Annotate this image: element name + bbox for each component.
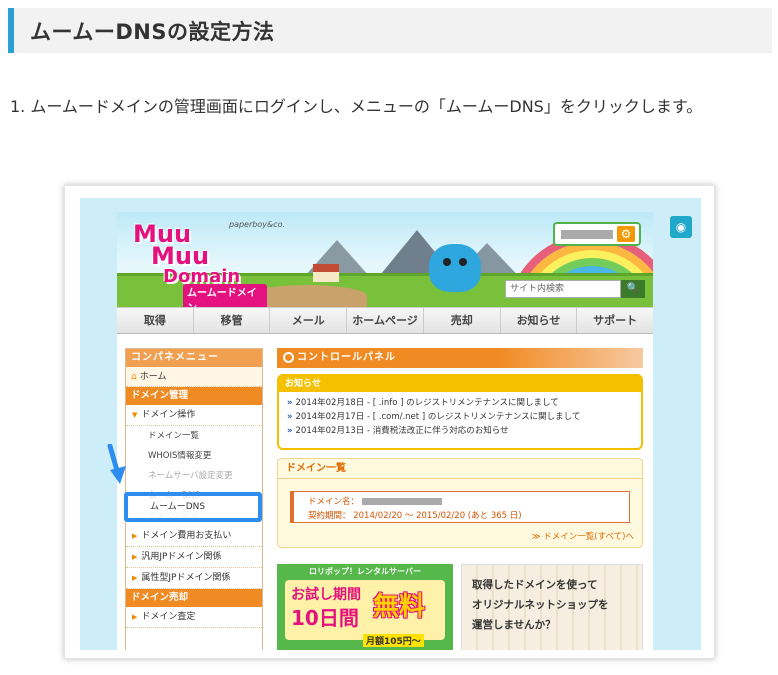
nav-item-acquire[interactable]: 取得 (117, 308, 194, 333)
site-search: サイト内検索 🔍 (505, 280, 645, 298)
login-box[interactable]: ⚙ (553, 222, 641, 246)
heading-text: ムームーDNSの設定方法 (30, 19, 275, 44)
domain-list-box: ドメイン一覧 ドメイン名： 契約期間： 2014/02/20 ～ 2015/02… (277, 458, 643, 548)
domain-list-title: ドメイン一覧 (278, 459, 642, 479)
redacted-domain (361, 498, 442, 505)
paperboy-logo: paperboy&co. (229, 220, 286, 229)
gear-icon (283, 352, 294, 363)
sidebar-item-generic-jp[interactable]: ▶ 汎用JPドメイン関係 (126, 547, 262, 568)
sidebar-subitem-whois[interactable]: WHOIS情報変更 (126, 446, 262, 466)
nav-item-news[interactable]: お知らせ (501, 308, 578, 333)
house-illustration (313, 264, 339, 282)
sidebar-item-domain-ops[interactable]: ▼ ドメイン操作 (126, 405, 262, 426)
netshop-banner[interactable]: 取得したドメインを使って オリジナルネットショップを 運営しませんか？ (461, 564, 643, 650)
sidebar-item-home[interactable]: ⌂ ホーム (126, 367, 262, 387)
section-domain-management: ドメイン管理 (126, 387, 262, 405)
sidebar-item-attribute-jp[interactable]: ▶ 属性型JPドメイン関係 (126, 568, 262, 589)
global-nav: 取得 移管 メール ホームページ 売却 お知らせ サポート (117, 307, 653, 334)
news-item[interactable]: » 2014年02月17日 - [ .com/.net ] のレジストリメンテナン… (279, 410, 641, 424)
nav-item-homepage[interactable]: ホームページ (347, 308, 424, 333)
screenshot-frame: ◉ Muu Muu Domain ムームードメイン (64, 185, 715, 659)
gear-icon[interactable]: ⚙ (617, 226, 635, 242)
nav-item-support[interactable]: サポート (577, 308, 653, 333)
blue-arrow-icon (107, 444, 126, 484)
chevron-down-icon: ▼ (132, 411, 138, 419)
news-item[interactable]: » 2014年02月13日 - 消費税法改正に伴う対応のお知らせ (279, 424, 641, 438)
muumuu-site: Muu Muu Domain ムームードメイン paperboy&co. ⚙ サ… (117, 212, 653, 650)
nav-item-mail[interactable]: メール (270, 308, 348, 333)
article-heading: ムームーDNSの設定方法 (8, 8, 772, 53)
menu-title: コンパネメニュー (126, 349, 262, 367)
search-icon[interactable]: 🔍 (621, 280, 645, 298)
chevron-right-icon: ▶ (132, 574, 138, 582)
chevron-right-icon: ▶ (132, 613, 138, 621)
double-chevron-icon: » (287, 412, 293, 422)
redacted-user (561, 230, 613, 239)
double-chevron-icon: » (287, 426, 293, 436)
step-1-text: 1. ムームードメインの管理画面にログインし、メニューの「ムームーDNS」をクリ… (10, 97, 703, 116)
domain-entry[interactable]: ドメイン名： 契約期間： 2014/02/20 ～ 2015/02/20 (あと… (290, 491, 630, 523)
chevron-right-icon: ▶ (132, 532, 138, 540)
domain-list-all-link[interactable]: ≫ ドメイン一覧(すべて)へ (532, 530, 634, 542)
sidebar-subitem-domain-list[interactable]: ドメイン一覧 (126, 426, 262, 446)
lolipop-banner[interactable]: ロリポップ！レンタルサーバー お試し期間 10日間 無料 月額105円～ (277, 564, 453, 650)
muumuu-logo[interactable]: Muu Muu Domain ムームードメイン (127, 218, 267, 307)
nav-item-sale[interactable]: 売却 (424, 308, 501, 333)
control-panel-title: コントロールパネル (277, 348, 643, 368)
news-title: お知らせ (279, 376, 641, 392)
muumuu-dns-highlight[interactable]: ムームーDNS (124, 492, 262, 522)
pin-icon[interactable]: ◉ (670, 216, 692, 238)
chevron-right-icon: ▶ (132, 553, 138, 561)
site-header: Muu Muu Domain ムームードメイン paperboy&co. ⚙ サ… (117, 212, 653, 307)
sidebar-item-appraisal[interactable]: ▶ ドメイン査定 (126, 607, 262, 628)
bear-mascot-icon (429, 244, 481, 292)
sidebar-item-payment[interactable]: ▶ ドメイン費用お支払い (126, 526, 262, 547)
news-box: お知らせ » 2014年02月18日 - [ .info ] のレジストリメンテナ… (277, 374, 643, 450)
news-item[interactable]: » 2014年02月18日 - [ .info ] のレジストリメンテナンスに関し… (279, 396, 641, 410)
double-chevron-icon: » (287, 398, 293, 408)
section-domain-sale: ドメイン売却 (126, 589, 262, 607)
nav-item-transfer[interactable]: 移管 (194, 308, 271, 333)
search-input[interactable]: サイト内検索 (505, 280, 621, 298)
screenshot-image: ◉ Muu Muu Domain ムームードメイン (80, 198, 701, 650)
sidebar-subitem-nameserver[interactable]: ネームサーバ設定変更 (126, 466, 262, 486)
home-icon: ⌂ (131, 372, 137, 382)
